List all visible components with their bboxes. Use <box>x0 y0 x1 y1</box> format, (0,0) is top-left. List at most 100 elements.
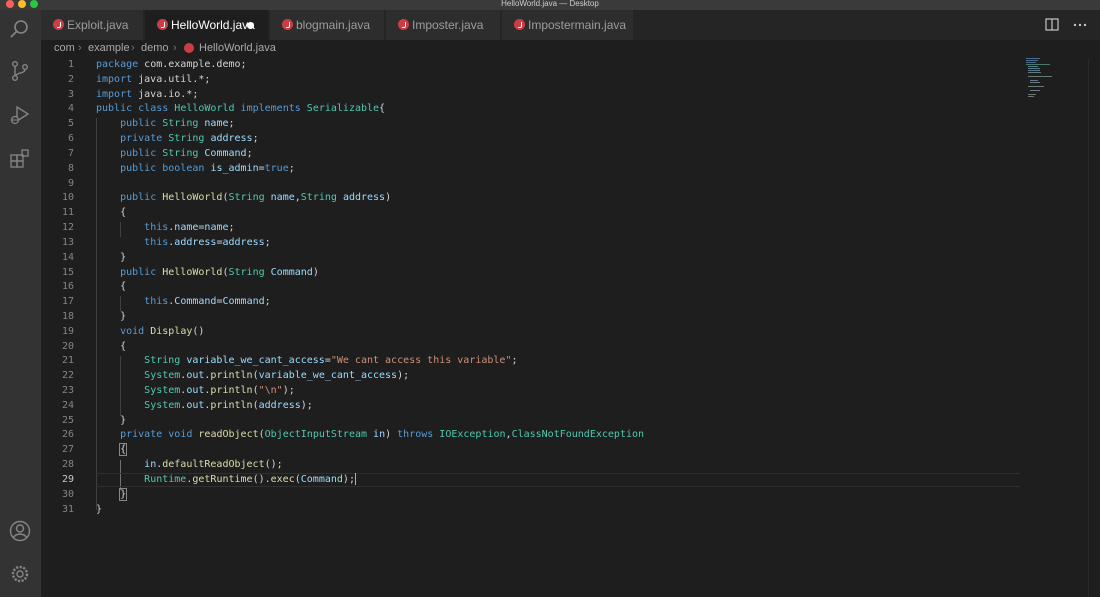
code-line: 18 } <box>41 310 1041 325</box>
code-line: 26 private void readObject(ObjectInputSt… <box>41 428 1041 443</box>
code-line: 31} <box>41 503 1041 518</box>
code-line: 2 import java.util.*; <box>41 73 1041 88</box>
code-line: 4 public class HelloWorld implements Seri… <box>41 102 1041 117</box>
line-number: 24 <box>61 400 74 411</box>
line-number: 7 <box>67 148 74 159</box>
line-number: 25 <box>61 415 74 426</box>
line-number: 12 <box>61 222 74 233</box>
minimap[interactable] <box>1026 58 1086 98</box>
line-number: 26 <box>61 429 74 440</box>
line-number: 1 <box>67 59 74 70</box>
code-line: 12 this.name=name; <box>41 221 1041 236</box>
tab-helloworld-java[interactable]: HelloWorld.java <box>145 10 269 40</box>
code-line: 30 } <box>41 488 1041 503</box>
extensions-icon[interactable] <box>9 148 31 170</box>
activity-bar <box>0 10 41 597</box>
code-line: 1 package com.example.demo; <box>41 58 1041 73</box>
line-number: 16 <box>61 281 74 292</box>
code-line: 10 public HelloWorld(String name,String … <box>41 191 1041 206</box>
vertical-scrollbar[interactable] <box>1088 58 1100 597</box>
account-icon[interactable] <box>9 520 31 542</box>
line-number: 29 <box>61 474 74 485</box>
line-number: 6 <box>67 133 74 144</box>
line-number: 11 <box>61 207 74 218</box>
editor-tab-bar: Exploit.java HelloWorld.java blogmain.ja… <box>41 10 1100 40</box>
java-file-icon <box>53 19 64 30</box>
breadcrumb-item[interactable]: example <box>88 42 130 54</box>
run-debug-icon[interactable] <box>9 104 31 126</box>
code-line: 20 { <box>41 340 1041 355</box>
line-number: 5 <box>67 118 74 129</box>
code-line: 7 public String Command; <box>41 147 1041 162</box>
code-line: 25 } <box>41 414 1041 429</box>
line-number: 28 <box>61 459 74 470</box>
code-line: 14 } <box>41 251 1041 266</box>
more-actions-icon[interactable] <box>1073 10 1089 40</box>
tab-label: Imposter.java <box>412 18 484 32</box>
text-cursor <box>354 473 356 485</box>
code-line: 9 <box>41 177 1041 192</box>
tab-exploit-java[interactable]: Exploit.java <box>41 10 144 40</box>
tab-label: HelloWorld.java <box>171 18 255 32</box>
line-number: 14 <box>61 252 74 263</box>
code-line: 24 System.out.println(address); <box>41 399 1041 414</box>
java-file-icon <box>514 19 525 30</box>
search-icon[interactable] <box>9 18 31 40</box>
line-number: 22 <box>61 370 74 381</box>
chevron-right-icon: › <box>173 42 177 54</box>
code-line: 27 { <box>41 443 1041 458</box>
line-number: 8 <box>67 163 74 174</box>
code-line: 6 private String address; <box>41 132 1041 147</box>
line-number: 30 <box>61 489 74 500</box>
line-number: 19 <box>61 326 74 337</box>
unsaved-dot-icon[interactable] <box>247 22 254 29</box>
code-line: 3 import java.io.*; <box>41 88 1041 103</box>
java-file-icon <box>282 19 293 30</box>
code-editor[interactable]: 1 package com.example.demo; 2 import java.… <box>41 58 1100 597</box>
breadcrumb-item[interactable]: HelloWorld.java <box>199 42 276 54</box>
tab-label: blogmain.java <box>296 18 371 32</box>
settings-gear-icon[interactable] <box>9 563 31 585</box>
java-file-icon <box>184 43 194 53</box>
chevron-right-icon: › <box>131 42 135 54</box>
line-number: 27 <box>61 444 74 455</box>
tab-blogmain-java[interactable]: blogmain.java <box>270 10 385 40</box>
code-line: 19 void Display() <box>41 325 1041 340</box>
code-line: 28 in.defaultReadObject(); <box>41 458 1041 473</box>
code-line: 13 this.address=address; <box>41 236 1041 251</box>
line-number: 23 <box>61 385 74 396</box>
line-number: 4 <box>67 103 74 114</box>
line-number: 9 <box>67 178 74 189</box>
tab-label: Exploit.java <box>67 18 129 32</box>
line-number: 17 <box>61 296 74 307</box>
line-number: 2 <box>67 74 74 85</box>
window-title: HelloWorld.java — Desktop <box>501 0 599 8</box>
code-line: 5 public String name; <box>41 117 1041 132</box>
line-number: 21 <box>61 355 74 366</box>
code-line: 21 String variable_we_cant_access="We ca… <box>41 354 1041 369</box>
source-control-icon[interactable] <box>9 60 31 82</box>
tab-impostermain-java[interactable]: Impostermain.java <box>502 10 634 40</box>
line-number: 13 <box>61 237 74 248</box>
code-line: 11 { <box>41 206 1041 221</box>
breadcrumb-item[interactable]: com <box>54 42 75 54</box>
code-line: 17 this.Command=Command; <box>41 295 1041 310</box>
code-line-current: 29 Runtime.getRuntime().exec(Command); <box>41 473 1041 488</box>
split-editor-icon[interactable] <box>1045 10 1061 40</box>
title-bar: HelloWorld.java — Desktop <box>0 0 1100 10</box>
code-line: 16 { <box>41 280 1041 295</box>
breadcrumb-item[interactable]: demo <box>141 42 169 54</box>
breadcrumb: com › example › demo › HelloWorld.java <box>41 40 1100 58</box>
code-line: 15 public HelloWorld(String Command) <box>41 266 1041 281</box>
code-line: 22 System.out.println(variable_we_cant_a… <box>41 369 1041 384</box>
chevron-right-icon: › <box>78 42 82 54</box>
line-number: 3 <box>67 89 74 100</box>
line-number: 31 <box>61 504 74 515</box>
line-number: 18 <box>61 311 74 322</box>
java-file-icon <box>398 19 409 30</box>
tab-label: Impostermain.java <box>528 18 627 32</box>
tab-imposter-java[interactable]: Imposter.java <box>386 10 501 40</box>
line-number: 10 <box>61 192 74 203</box>
line-number: 15 <box>61 267 74 278</box>
code-line: 8 public boolean is_admin=true; <box>41 162 1041 177</box>
